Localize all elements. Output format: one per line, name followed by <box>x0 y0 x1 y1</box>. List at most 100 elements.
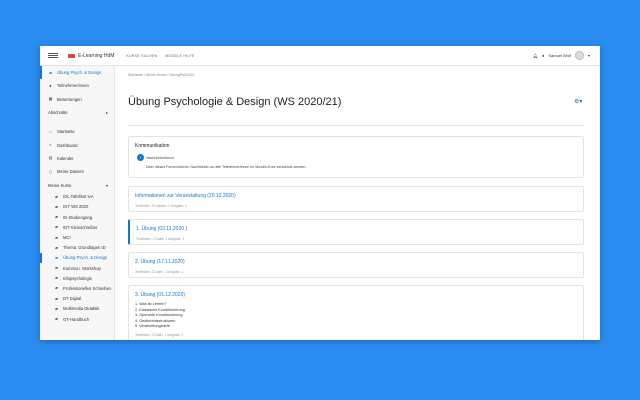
page-title: Übung Psychologie & Design (WS 2020/21) <box>128 96 342 108</box>
sidebar-course-label: Kommun. Workshop <box>63 265 101 271</box>
sidebar-item-label: Meine Kurse <box>48 182 72 188</box>
sidebar-item-label: Bewertungen <box>57 96 82 102</box>
section-title[interactable]: 2. Übung (17.11.2020) <box>135 259 185 265</box>
sidebar-item-label: Kalender <box>57 155 74 161</box>
sidebar-course-label: Professionelles Schreiben <box>63 285 112 291</box>
chevron-down-icon[interactable]: ▾ <box>588 53 590 58</box>
divider <box>128 125 584 126</box>
sidebar-item-grades[interactable]: ▦ Bewertungen <box>40 93 114 106</box>
course-section[interactable]: 3. Übung (01.12.2020) 1. Was ist Lernen?… <box>128 285 584 340</box>
forum-icon: i <box>137 154 144 161</box>
hdm-logo-icon <box>68 53 75 58</box>
sidebar-item-dashboard[interactable]: ◐ Dashboard <box>40 138 114 151</box>
course-section[interactable]: Informationen zur Veranstaltung (20.10.2… <box>128 186 584 212</box>
section-title[interactable]: 3. Übung (01.12.2020) <box>135 292 185 298</box>
graduation-cap-icon: ▰ <box>54 214 59 220</box>
sidebar-item-label: Meine Dateien <box>57 169 85 175</box>
communication-section: Kommunikation i Nachrichtenforum Über di… <box>128 136 584 178</box>
section-meta: Textfelder: 2 Datei: 1 Aufgabe: 1 <box>136 237 185 241</box>
top-navbar: E-Learning HdM KURSE SUCHEN MOODLE HILFE… <box>40 46 600 66</box>
site-logo[interactable]: E-Learning HdM <box>68 53 114 59</box>
sidebar-course[interactable]: ▰ Multimedia Didaktik <box>40 304 114 314</box>
home-icon: ⌂ <box>49 128 52 134</box>
sidebar-course[interactable]: ▰ DT Digital <box>40 294 114 304</box>
sidebar-course[interactable]: ▰ Infopsychologie <box>40 273 114 283</box>
graduation-cap-icon: ▰ <box>54 275 59 281</box>
sidebar-course-label: ID-Studiengang <box>63 214 93 220</box>
sidebar-course[interactable]: ▰ MCI <box>40 232 114 242</box>
bell-icon[interactable]: 🔔︎ <box>533 53 538 58</box>
breadcrumb[interactable]: Startseite / Meine Kurse / ÜbungPsD2021 <box>128 73 195 77</box>
sidebar-course-label: OT-Handbuch <box>63 316 90 322</box>
forum-description: Über dieses Forum können Nachrichten an … <box>146 165 307 169</box>
section-meta: Textfelder: 8 Dateien: 1 Aufgabe: 1 <box>135 204 188 208</box>
sidebar-course-active[interactable]: ▰ Übung Psych. & Design <box>40 252 114 263</box>
sidebar-item-label: Übung Psych. & Design <box>57 70 102 76</box>
sidebar-course-label: Übung Psych. & Design <box>63 255 108 261</box>
sidebar-item-my-courses[interactable]: Meine Kurse ▾ <box>40 178 114 191</box>
graduation-cap-icon: ▰ <box>54 193 59 199</box>
sidebar-item-course[interactable]: ▰ Übung Psych. & Design <box>40 66 114 80</box>
sidebar-course[interactable]: ▰ IDT Kleinschreiber <box>40 222 114 232</box>
sidebar-course-label: DT Digital <box>63 296 82 302</box>
sidebar-course[interactable]: ▰ OT-Handbuch <box>40 314 114 324</box>
sidebar-item-files[interactable]: ▯ Meine Dateien <box>40 165 114 178</box>
sidebar-item-label: Startseite <box>57 129 75 135</box>
user-name[interactable]: Samuel Wolf <box>548 53 571 58</box>
section-title[interactable]: 1. Übung (03.11.2020 ) <box>136 226 187 232</box>
course-section[interactable]: 2. Übung (17.11.2020) Textfelder: 2 Date… <box>128 252 584 278</box>
section-meta: Textfelder: 2 Datei: 1 Aufgabe: 1 <box>135 270 184 274</box>
section-meta: Textfelder: 2 Datei: 1 Aufgabe: 1 <box>135 333 184 337</box>
sidebar-course-label: Thema: Grundlagen ID <box>63 245 106 251</box>
sidebar-course[interactable]: ▰ Kommun. Workshop <box>40 263 114 273</box>
table-icon: ▦ <box>48 96 53 102</box>
sidebar-item-label: Dashboard <box>57 142 78 148</box>
brand-name: E-Learning HdM <box>78 52 115 59</box>
sidebar-course[interactable]: ▰ IOL Tafelfest IvA <box>40 192 114 202</box>
section-title[interactable]: Informationen zur Veranstaltung (20.10.2… <box>135 193 236 199</box>
list-item: 5. Verarbeitungstiefe <box>135 324 170 329</box>
hamburger-menu-icon[interactable] <box>48 52 58 59</box>
chevron-right-icon: ▸ <box>105 110 108 116</box>
graduation-cap-icon: ▰ <box>54 244 59 250</box>
section-heading: Kommunikation <box>135 143 170 149</box>
browser-window: E-Learning HdM KURSE SUCHEN MOODLE HILFE… <box>40 46 600 340</box>
sidebar-item-sections[interactable]: Abschnitte ▸ <box>40 106 114 119</box>
sidebar-course-label: Multimedia Didaktik <box>63 306 100 312</box>
graduation-cap-icon: ▰ <box>48 69 53 75</box>
sidebar-course-label: MCI <box>63 235 71 241</box>
graduation-cap-icon: ▰ <box>54 295 59 301</box>
dashboard-icon: ◐ <box>49 142 52 148</box>
sidebar: ▰ Übung Psych. & Design ● Teilnehmer/inn… <box>40 66 115 340</box>
avatar[interactable] <box>574 51 584 60</box>
forum-link[interactable]: Nachrichtenforum <box>146 156 174 160</box>
sidebar-item-label: Abschnitte <box>48 110 68 116</box>
sidebar-item-label: Teilnehmer/innen <box>57 83 89 89</box>
topic-list: 1. Was ist Lernen? 2. Klassische Konditi… <box>135 302 185 330</box>
graduation-cap-icon: ▰ <box>54 316 59 322</box>
graduation-cap-icon: ▰ <box>54 285 59 291</box>
sidebar-course[interactable]: ▰ IGT WS 2020 <box>40 202 114 212</box>
sidebar-course[interactable]: ▰ Professionelles Schreiben <box>40 283 114 293</box>
sidebar-item-home[interactable]: ⌂ Startseite <box>40 125 114 138</box>
gear-icon[interactable]: ⚙▾ <box>574 98 582 105</box>
calendar-icon: ▤ <box>48 155 53 161</box>
sidebar-item-calendar[interactable]: ▤ Kalender <box>40 152 114 165</box>
graduation-cap-icon: ▰ <box>54 254 59 260</box>
sidebar-course-label: IDT Kleinschreiber <box>63 224 98 230</box>
course-section[interactable]: 1. Übung (03.11.2020 ) Textfelder: 2 Dat… <box>128 219 584 245</box>
nav-link-moodle-help[interactable]: MOODLE HILFE <box>165 54 194 58</box>
sidebar-item-participants[interactable]: ● Teilnehmer/innen <box>40 79 114 92</box>
sidebar-course-label: Infopsychologie <box>63 275 93 281</box>
graduation-cap-icon: ▰ <box>54 224 59 230</box>
graduation-cap-icon: ▰ <box>54 234 59 240</box>
file-icon: ▯ <box>49 168 52 174</box>
chat-icon[interactable]: ● <box>542 53 544 58</box>
sidebar-course[interactable]: ▰ Thema: Grundlagen ID <box>40 243 114 253</box>
top-nav: KURSE SUCHEN MOODLE HILFE <box>126 54 194 58</box>
sidebar-course[interactable]: ▰ ID-Studiengang <box>40 212 114 222</box>
nav-link-course-search[interactable]: KURSE SUCHEN <box>126 54 157 58</box>
graduation-cap-icon: ▰ <box>54 203 59 209</box>
user-area: 🔔︎ ● Samuel Wolf ▾ <box>533 51 590 60</box>
sidebar-course-label: IGT WS 2020 <box>63 204 89 210</box>
